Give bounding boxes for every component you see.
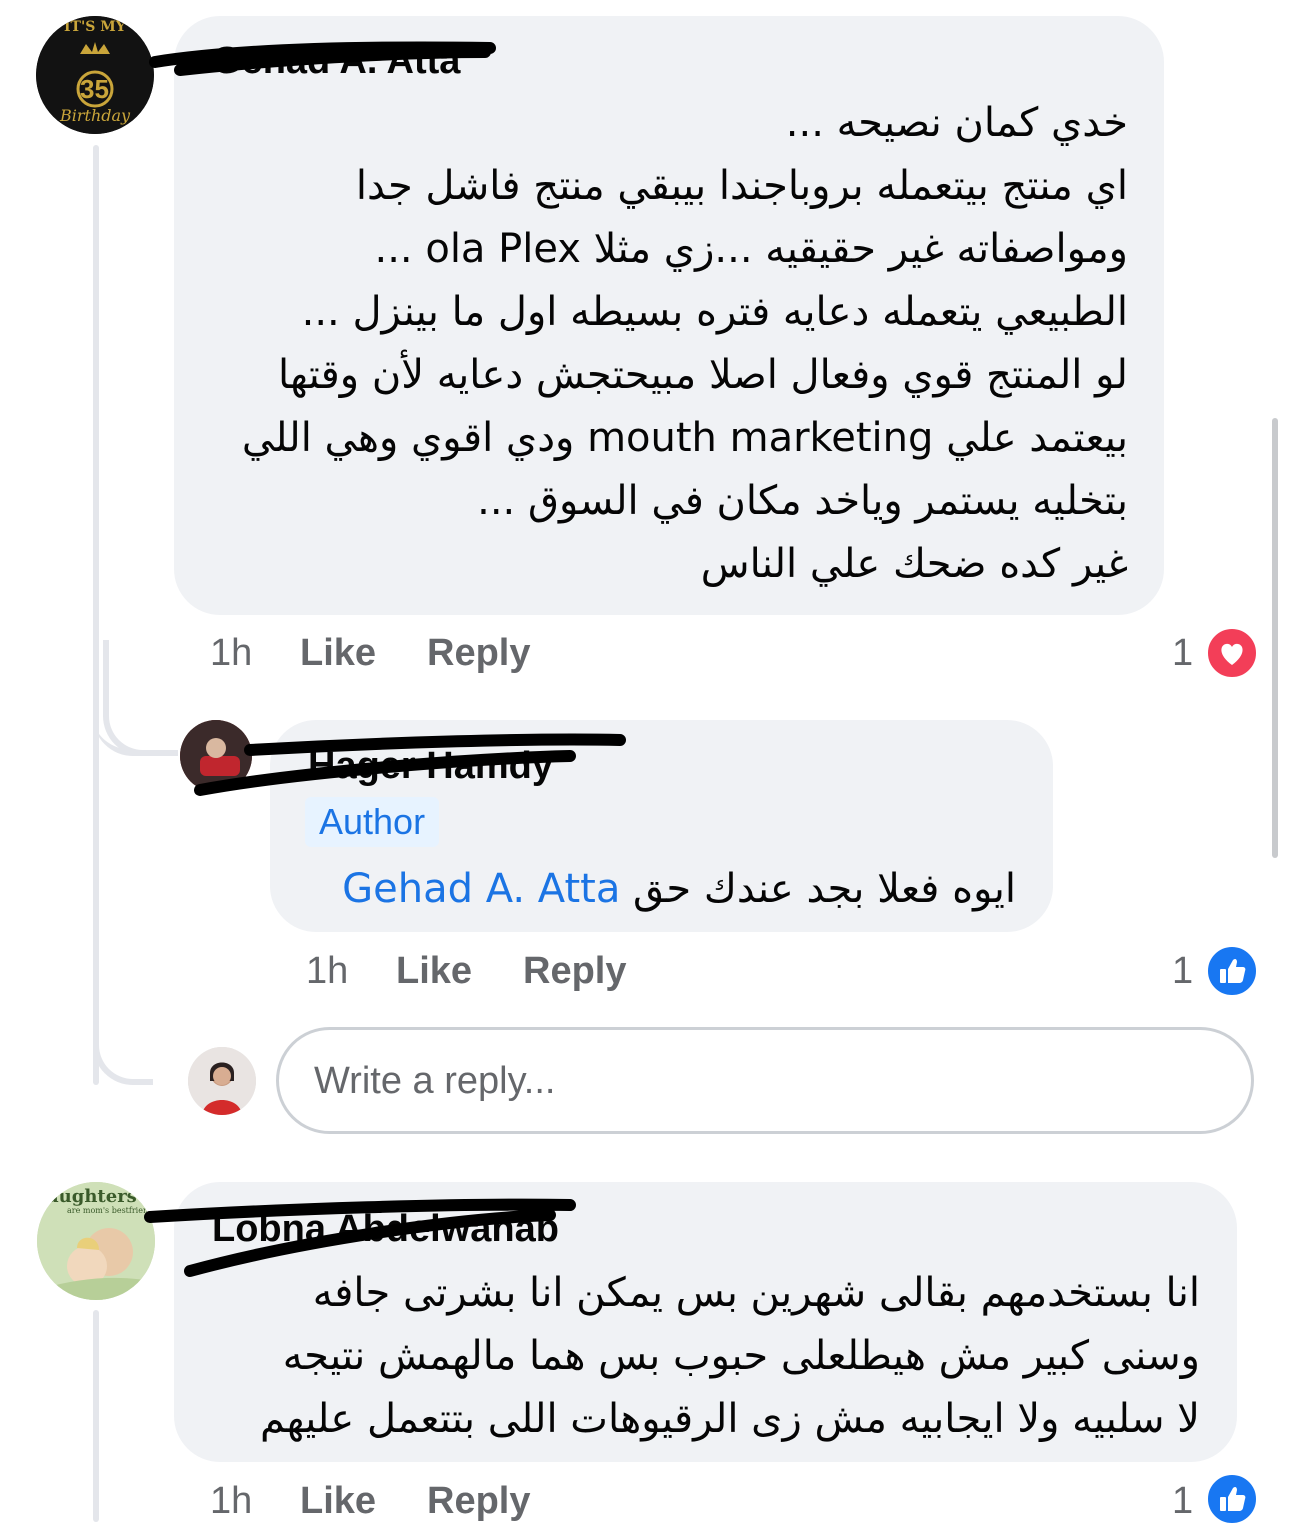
thread-line <box>93 1310 99 1522</box>
scrollbar[interactable] <box>1272 418 1278 858</box>
comment-text: انا بستخدمهم بقالى شهرين بس يمكن انا بشر… <box>260 1262 1200 1451</box>
reply-text: ايوه فعلا بجد عندك حق Gehad A. Atta <box>342 858 1016 921</box>
comment-line: ومواصفاته غير حقيقيه ...زي مثلا ola Plex… <box>374 226 1128 272</box>
comment-line: وسنى كبير مش هيطلعلى حبوب بس هما مالهمش … <box>282 1333 1200 1379</box>
avatar-caption-bottom: Birthday <box>60 106 131 125</box>
thread-connector <box>93 1000 153 1085</box>
comment-timestamp[interactable]: 1h <box>210 1480 252 1523</box>
reply-button[interactable]: Reply <box>523 950 626 993</box>
like-icon[interactable] <box>1205 1472 1259 1526</box>
redaction-scribble <box>194 733 626 796</box>
reply-timestamp[interactable]: 1h <box>306 950 348 993</box>
thread-connector <box>103 640 178 756</box>
like-button[interactable]: Like <box>396 950 472 993</box>
avatar[interactable]: IT'S MY 35 Birthday <box>36 16 154 134</box>
comment-line: بتخليه يستمر وياخد مكان في السوق ... <box>477 478 1128 524</box>
reply-body: ايوه فعلا بجد عندك حق <box>633 866 1016 912</box>
avatar-image <box>188 1047 256 1115</box>
comment-timestamp[interactable]: 1h <box>210 632 252 675</box>
like-button[interactable]: Like <box>300 632 376 675</box>
reply-input-placeholder: Write a reply... <box>314 1060 556 1102</box>
thumbs-up-glyph <box>1220 1486 1246 1511</box>
like-icon[interactable] <box>1205 944 1259 998</box>
comment-line: بيعتمد علي mouth marketing ودي اقوي وهي … <box>241 415 1128 461</box>
comment-line: غير كده ضحك علي الناس <box>700 541 1128 587</box>
reply-button[interactable]: Reply <box>427 1480 530 1523</box>
mention-link[interactable]: Gehad A. Atta <box>342 866 620 912</box>
avatar-caption-number: 35 <box>80 74 109 104</box>
reply-button[interactable]: Reply <box>427 632 530 675</box>
comment-line: الطبيعي يتعمله دعايه فتره بسيطه اول ما ب… <box>301 289 1128 335</box>
comment-line: اي منتج بيتعمله بروباجندا بيبقي منتج فاش… <box>355 163 1128 209</box>
avatar-caption-top: IT'S MY <box>64 19 126 35</box>
comment-line: خدي كمان نصيحه ... <box>785 100 1128 146</box>
thread-line <box>93 145 99 1085</box>
like-button[interactable]: Like <box>300 1480 376 1523</box>
redaction-scribble <box>149 41 496 76</box>
comment-line: انا بستخدمهم بقالى شهرين بس يمكن انا بشر… <box>312 1270 1200 1316</box>
comment-text: خدي كمان نصيحه ... اي منتج بيتعمله بروبا… <box>242 92 1128 596</box>
reaction-count[interactable]: 1 <box>1172 632 1193 675</box>
avatar-caption-top: aughters <box>47 1186 137 1207</box>
reaction-count[interactable]: 1 <box>1172 950 1193 993</box>
comment-line: لا سلبيه ولا ايجابيه مش زى الرقيوهات الل… <box>260 1396 1200 1442</box>
thumbs-up-glyph <box>1220 958 1246 983</box>
comment-line: لو المنتج قوي وفعال اصلا مبيحتجش دعايه ل… <box>277 352 1128 398</box>
author-badge: Author <box>305 797 440 847</box>
current-user-avatar <box>188 1047 256 1115</box>
heart-glyph <box>1221 643 1243 665</box>
love-icon[interactable] <box>1205 626 1259 680</box>
reaction-count[interactable]: 1 <box>1172 1480 1193 1523</box>
